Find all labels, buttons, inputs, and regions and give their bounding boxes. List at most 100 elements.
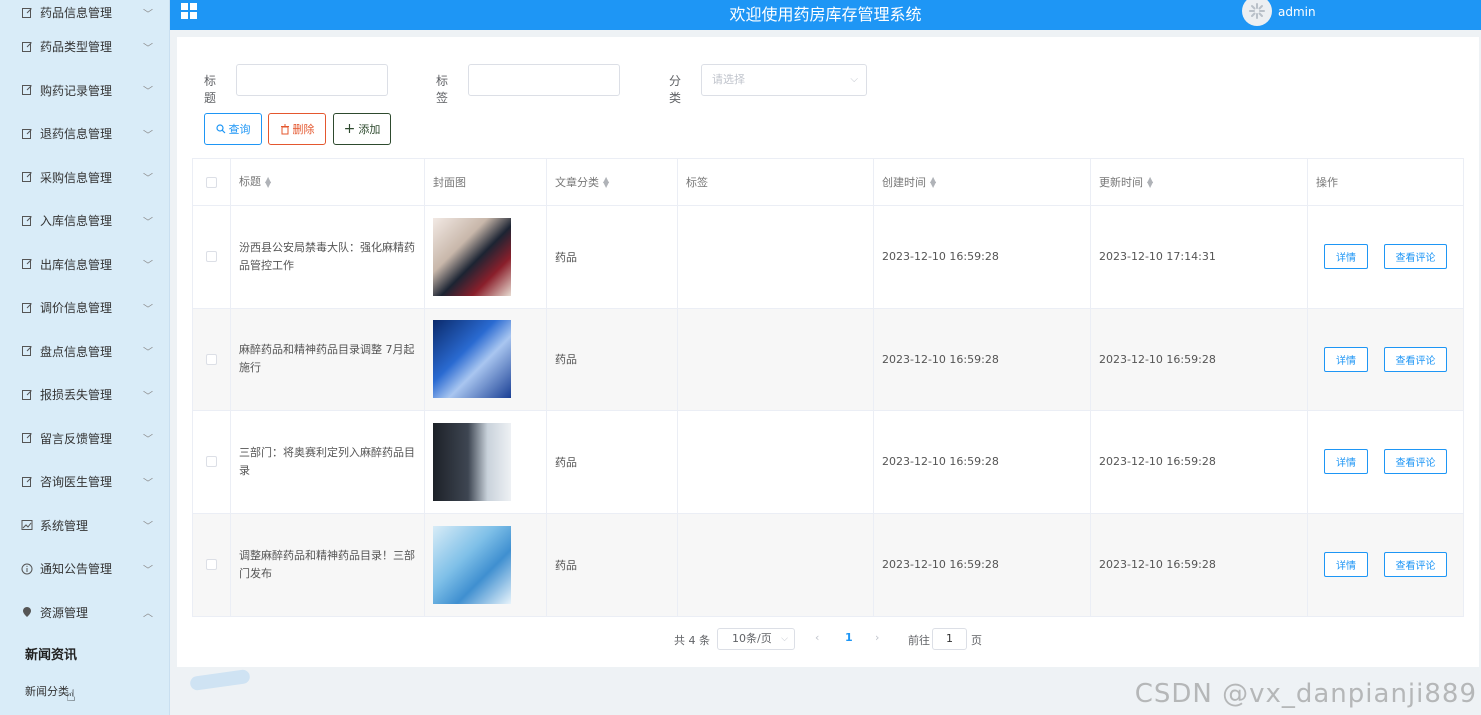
chevron-down-icon: ﹀ xyxy=(143,86,153,98)
sidebar-item[interactable]: 报损丢失管理 ﹀ xyxy=(0,373,169,417)
row-created-text: 2023-12-10 16:59:28 xyxy=(882,558,999,572)
row-checkbox[interactable] xyxy=(206,251,217,263)
file-edit-icon xyxy=(20,475,34,489)
sidebar-item[interactable]: 购药记录管理 ﹀ xyxy=(0,69,169,113)
next-page-icon[interactable]: › xyxy=(875,631,879,644)
goto-page-input[interactable]: 1 xyxy=(932,628,967,650)
sidebar-item[interactable]: 采购信息管理 ﹀ xyxy=(0,156,169,200)
chevron-down-icon: ﹀ xyxy=(143,130,153,142)
sort-icon[interactable]: ▲ ▼ xyxy=(265,176,271,189)
sidebar-subitem-news[interactable]: 新闻资讯 xyxy=(0,634,169,672)
sidebar-item[interactable]: 药品类型管理 ﹀ xyxy=(0,25,169,69)
title-filter-label: 标题 xyxy=(204,74,217,105)
header-title[interactable]: 标题 ▲ ▼ xyxy=(231,159,425,205)
table-header-row: 标题 ▲ ▼ 封面图 文章分类 ▲ ▼ 标签 创建时间 ▲ ▼ 更新时间 ▲ ▼ 操作 xyxy=(193,159,1463,206)
view-comments-button[interactable]: 查看评论 xyxy=(1384,244,1447,270)
row-tag xyxy=(678,308,874,410)
chevron-down-icon: ﹀ xyxy=(143,260,153,272)
row-ops: 详情 查看评论 xyxy=(1308,411,1463,513)
chevron-down-icon: ﹀ xyxy=(143,347,153,359)
sidebar-item[interactable]: 留言反馈管理 ﹀ xyxy=(0,417,169,461)
row-category: 药品 xyxy=(547,308,678,410)
detail-button[interactable]: 详情 xyxy=(1324,552,1368,578)
top-header: 欢迎使用药房库存管理系统 admin xyxy=(170,0,1481,30)
detail-button-label: 详情 xyxy=(1336,253,1356,265)
trash-icon xyxy=(280,124,289,134)
row-updated-text: 2023-12-10 16:59:28 xyxy=(1099,455,1216,469)
chevron-up-icon: ︿ xyxy=(143,608,153,620)
row-checkbox[interactable] xyxy=(206,456,217,468)
tag-filter-input[interactable] xyxy=(468,64,620,96)
header-ops-label: 操作 xyxy=(1316,176,1338,189)
row-select-cell xyxy=(193,308,231,410)
detail-button[interactable]: 详情 xyxy=(1324,346,1368,372)
row-created: 2023-12-10 16:59:28 xyxy=(874,513,1091,616)
sort-icon[interactable]: ▲ ▼ xyxy=(1147,176,1153,189)
detail-button[interactable]: 详情 xyxy=(1324,244,1368,270)
view-comments-button-label: 查看评论 xyxy=(1395,253,1436,265)
row-title: 麻醉药品和精神药品目录调整 7月起施行 xyxy=(231,308,425,410)
sort-icon[interactable]: ▲ ▼ xyxy=(603,176,609,189)
row-cover xyxy=(425,206,547,308)
sidebar-item-label: 盘点信息管理 xyxy=(40,344,113,359)
sidebar-item[interactable]: 咨询医生管理 ﹀ xyxy=(0,460,169,504)
page-number[interactable]: 1 xyxy=(845,631,853,644)
sidebar-item[interactable]: 入库信息管理 ﹀ xyxy=(0,199,169,243)
add-button[interactable]: + 添加 xyxy=(333,113,391,145)
detail-button[interactable]: 详情 xyxy=(1324,449,1368,475)
sidebar-item[interactable]: 盘点信息管理 ﹀ xyxy=(0,330,169,374)
page-size-select[interactable]: 10条/页 ⌵ xyxy=(717,628,795,650)
sidebar-item[interactable]: 出库信息管理 ﹀ xyxy=(0,243,169,287)
row-checkbox[interactable] xyxy=(206,353,217,365)
view-comments-button[interactable]: 查看评论 xyxy=(1384,346,1447,372)
select-all-checkbox[interactable] xyxy=(206,176,217,188)
category-select[interactable]: 请选择 ⌵ xyxy=(701,64,867,96)
row-category: 药品 xyxy=(547,206,678,308)
cover-image xyxy=(433,320,511,399)
table-row: 调整麻醉药品和精神药品目录！三部门发布 药品 2023-12-10 16:59:28… xyxy=(193,513,1463,617)
row-category: 药品 xyxy=(547,513,678,616)
sidebar-item-label: 报损丢失管理 xyxy=(40,388,113,403)
goto-label: 前往 xyxy=(908,634,930,647)
row-title: 汾西县公安局禁毒大队：强化麻精药品管控工作 xyxy=(231,206,425,308)
row-tag xyxy=(678,411,874,513)
chevron-down-icon: ﹀ xyxy=(143,565,153,577)
row-title-text: 三部门：将奥赛利定列入麻醉药品目录 xyxy=(239,445,415,477)
username[interactable]: admin xyxy=(1278,5,1316,19)
prev-page-icon[interactable]: ‹ xyxy=(815,631,819,644)
header-updated[interactable]: 更新时间 ▲ ▼ xyxy=(1091,159,1308,205)
file-edit-icon xyxy=(20,170,34,184)
row-updated-text: 2023-12-10 17:14:31 xyxy=(1099,250,1216,264)
title-filter-input[interactable] xyxy=(236,64,388,96)
sort-icon[interactable]: ▲ ▼ xyxy=(930,176,936,189)
header-created[interactable]: 创建时间 ▲ ▼ xyxy=(874,159,1091,205)
header-title-label: 标题 xyxy=(239,175,261,188)
view-comments-button[interactable]: 查看评论 xyxy=(1384,552,1447,578)
view-comments-button[interactable]: 查看评论 xyxy=(1384,449,1447,475)
row-title-text: 汾西县公安局禁毒大队：强化麻精药品管控工作 xyxy=(239,240,415,272)
table-row: 麻醉药品和精神药品目录调整 7月起施行 药品 2023-12-10 16:59:28… xyxy=(193,308,1463,411)
query-button[interactable]: 查询 xyxy=(204,113,262,145)
row-select-cell xyxy=(193,206,231,308)
header-category-label: 文章分类 xyxy=(555,176,599,189)
row-select-cell xyxy=(193,411,231,513)
sidebar-item[interactable]: 资源管理 ︿ xyxy=(0,591,169,635)
file-edit-icon xyxy=(20,6,34,20)
delete-button[interactable]: 删除 xyxy=(268,113,326,145)
sidebar-item[interactable]: 调价信息管理 ﹀ xyxy=(0,286,169,330)
row-title-text: 麻醉药品和精神药品目录调整 7月起施行 xyxy=(239,343,415,375)
sidebar-item[interactable]: 退药信息管理 ﹀ xyxy=(0,112,169,156)
row-checkbox[interactable] xyxy=(206,559,217,571)
sidebar-item[interactable]: 药品信息管理 ﹀ xyxy=(0,0,169,25)
query-button-label: 查询 xyxy=(228,123,251,136)
sidebar-item[interactable]: 通知公告管理 ﹀ xyxy=(0,547,169,591)
mouse-cursor-icon: ☝ xyxy=(66,686,76,705)
cover-image xyxy=(433,525,511,604)
sidebar-subitem-news-category[interactable]: 新闻分类 xyxy=(0,672,169,710)
sidebar-item[interactable]: 系统管理 ﹀ xyxy=(0,504,169,548)
chevron-down-icon: ﹀ xyxy=(143,304,153,316)
row-category-text: 药品 xyxy=(555,455,577,469)
chevron-down-icon: ﹀ xyxy=(143,43,153,55)
header-category[interactable]: 文章分类 ▲ ▼ xyxy=(547,159,678,205)
row-ops: 详情 查看评论 xyxy=(1308,514,1463,617)
